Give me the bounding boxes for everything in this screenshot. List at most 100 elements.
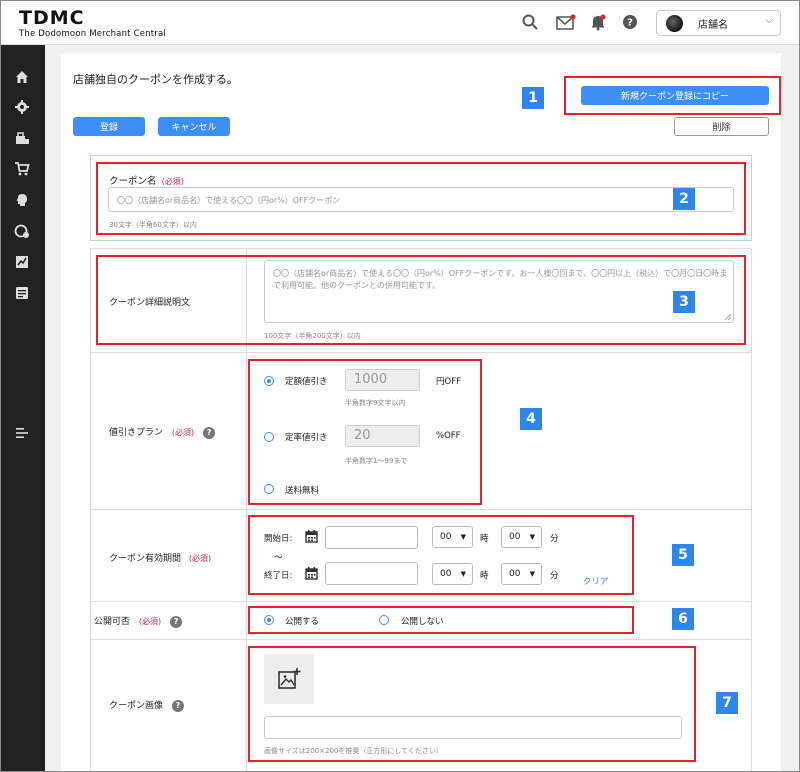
row-divider bbox=[91, 601, 752, 602]
home-icon[interactable] bbox=[14, 69, 30, 85]
description-textarea[interactable]: 〇〇（店舗名or商品名）で使える〇〇（円or%）OFFクーポンです。お一人様〇回… bbox=[264, 260, 734, 323]
period-label: クーポン有効期間 bbox=[109, 554, 182, 564]
highlight-box-7 bbox=[248, 646, 696, 762]
brain-icon[interactable] bbox=[14, 192, 30, 208]
publish-no-label: 公開しない bbox=[401, 617, 444, 627]
required-badge: (必須) bbox=[188, 554, 212, 563]
store-name: 店舗名 bbox=[698, 20, 728, 31]
page-intro: 店舗独自のクーポンを作成する。 bbox=[73, 73, 238, 86]
publish-label: 公開可否 bbox=[94, 617, 131, 627]
end-minute-select[interactable]: 00 ▼ bbox=[501, 563, 542, 585]
discount-plan-label-row: 値引きプラン (必須) ? bbox=[109, 425, 216, 439]
coupon-settings-icon[interactable] bbox=[14, 223, 30, 239]
publish-yes-label: 公開する bbox=[285, 617, 320, 627]
rate-discount-label: 定率値引き bbox=[285, 433, 328, 443]
caret-down-icon: ▼ bbox=[529, 570, 535, 578]
help-icon[interactable]: ? bbox=[621, 13, 639, 31]
image-upload-button[interactable] bbox=[264, 654, 314, 704]
start-hour-select[interactable]: 00 ▼ bbox=[432, 526, 473, 548]
fixed-discount-label: 定額値引き bbox=[285, 377, 328, 387]
rate-discount-percent-input[interactable]: 20 bbox=[345, 425, 420, 447]
start-hour-value: 00 bbox=[440, 532, 452, 542]
image-url-input[interactable] bbox=[264, 716, 682, 739]
start-minute-select[interactable]: 00 ▼ bbox=[501, 526, 542, 548]
gear-icon[interactable] bbox=[14, 99, 30, 115]
main-content: 店舗独自のクーポンを作成する。 1 新規クーポン登録にコピー 登録 キャンセル … bbox=[61, 53, 781, 771]
description-placeholder: 〇〇（店舗名or商品名）で使える〇〇（円or%）OFFクーポンです。お一人様〇回… bbox=[273, 269, 728, 290]
top-header: TDMC The Dodomoon Merchant Central ? 店舗名… bbox=[1, 1, 799, 45]
annotation-4: 4 bbox=[520, 408, 542, 430]
end-hour-select[interactable]: 00 ▼ bbox=[432, 563, 473, 585]
search-icon[interactable] bbox=[521, 13, 539, 31]
mail-icon[interactable] bbox=[556, 13, 576, 31]
image-label: クーポン画像 bbox=[109, 701, 164, 711]
rate-discount-unit: %OFF bbox=[436, 431, 461, 441]
help-icon[interactable]: ? bbox=[171, 699, 184, 712]
minute-unit: 分 bbox=[550, 534, 559, 544]
end-hour-value: 00 bbox=[440, 569, 452, 579]
annotation-1: 1 bbox=[522, 87, 544, 109]
annotation-7: 7 bbox=[716, 692, 738, 714]
end-date-label: 終了日: bbox=[264, 571, 293, 581]
menu-icon[interactable] bbox=[14, 425, 30, 441]
register-button[interactable]: 登録 bbox=[73, 117, 145, 136]
free-shipping-radio[interactable] bbox=[264, 484, 274, 494]
required-badge: (必須) bbox=[161, 177, 184, 186]
discount-plan-label: 値引きプラン bbox=[109, 428, 164, 438]
required-badge: (必須) bbox=[171, 428, 195, 437]
period-label-row: クーポン有効期間 (必須) bbox=[109, 551, 211, 564]
minute-unit: 分 bbox=[550, 571, 559, 581]
fixed-discount-unit: 円OFF bbox=[436, 377, 461, 387]
end-minute-value: 00 bbox=[509, 569, 521, 579]
chevron-down-icon: ⌵ bbox=[765, 15, 773, 26]
coupon-name-placeholder: 〇〇（店舗名or商品名）で使える〇〇（円or%）OFFクーポン bbox=[117, 196, 341, 205]
caret-down-icon: ▼ bbox=[460, 533, 466, 541]
add-image-icon bbox=[278, 668, 301, 689]
caret-down-icon: ▼ bbox=[529, 533, 535, 541]
store-selector[interactable]: 店舗名 ⌵ bbox=[656, 10, 781, 36]
help-icon[interactable]: ? bbox=[203, 426, 216, 439]
start-date-input[interactable] bbox=[325, 526, 418, 549]
free-shipping-label: 送料無料 bbox=[285, 486, 320, 496]
end-date-input[interactable] bbox=[325, 562, 418, 585]
copy-to-new-coupon-button[interactable]: 新規クーポン登録にコピー bbox=[581, 86, 769, 105]
publish-yes-radio[interactable] bbox=[264, 615, 274, 625]
calendar-icon[interactable] bbox=[305, 530, 318, 543]
cancel-button[interactable]: キャンセル bbox=[158, 117, 230, 136]
logo-subtitle: The Dodomoon Merchant Central bbox=[19, 29, 166, 39]
row-divider bbox=[91, 509, 752, 510]
help-icon[interactable]: ? bbox=[170, 615, 183, 628]
resize-handle-icon[interactable] bbox=[725, 314, 731, 320]
store-icon[interactable] bbox=[14, 130, 30, 146]
avatar bbox=[666, 15, 683, 32]
fixed-discount-amount-input[interactable]: 1000 bbox=[345, 369, 420, 391]
coupon-name-label: クーポン名 bbox=[109, 176, 157, 187]
annotation-2: 2 bbox=[673, 188, 695, 210]
svg-text:?: ? bbox=[627, 18, 633, 29]
delete-button[interactable]: 削除 bbox=[674, 117, 769, 136]
coupon-name-label-row: クーポン名 (必須) bbox=[109, 169, 184, 188]
image-label-row: クーポン画像 ? bbox=[109, 698, 184, 712]
description-hint: 100文字（半角200文字）以内 bbox=[264, 332, 361, 340]
logo[interactable]: TDMC The Dodomoon Merchant Central bbox=[19, 8, 166, 39]
bell-icon[interactable] bbox=[589, 13, 607, 31]
coupon-name-input[interactable]: 〇〇（店舗名or商品名）で使える〇〇（円or%）OFFクーポン bbox=[108, 187, 734, 212]
annotation-5: 5 bbox=[672, 544, 694, 566]
row-divider bbox=[91, 352, 752, 353]
list-icon[interactable] bbox=[14, 285, 30, 301]
fixed-discount-radio[interactable] bbox=[264, 376, 274, 386]
cart-icon[interactable] bbox=[14, 161, 30, 177]
coupon-name-hint: 30文字（半角60文字）以内 bbox=[109, 221, 197, 229]
start-date-label: 開始日: bbox=[264, 534, 293, 544]
sales-chart-icon[interactable] bbox=[14, 254, 30, 270]
clear-dates-link[interactable]: クリア bbox=[583, 575, 609, 587]
description-label: クーポン詳細説明文 bbox=[109, 298, 191, 308]
fixed-discount-hint: 半角数字9文字以内 bbox=[345, 399, 406, 407]
publish-no-radio[interactable] bbox=[379, 615, 389, 625]
image-size-hint: 画像サイズは200×200を推奨（正方形にしてください） bbox=[264, 747, 443, 755]
range-tilde: 〜 bbox=[274, 553, 283, 563]
calendar-icon[interactable] bbox=[305, 567, 318, 580]
rate-discount-radio[interactable] bbox=[264, 432, 274, 442]
hour-unit: 時 bbox=[480, 571, 489, 581]
rate-discount-hint: 半角数字1〜99まで bbox=[345, 457, 408, 465]
